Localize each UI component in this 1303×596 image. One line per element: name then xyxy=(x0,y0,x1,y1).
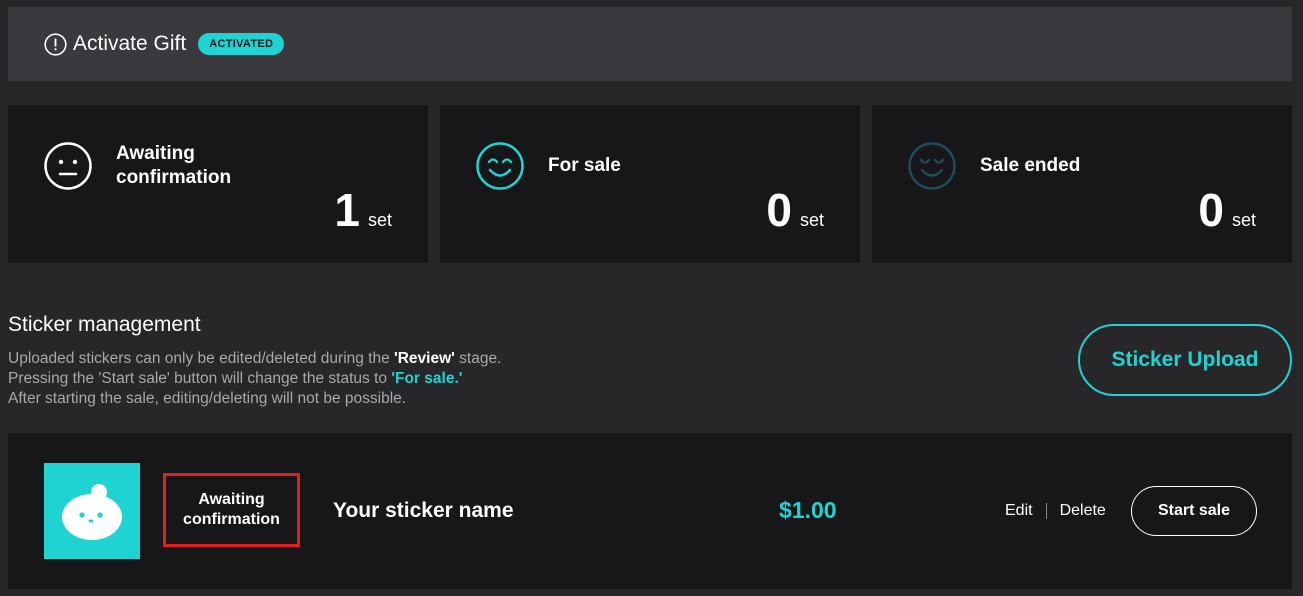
stat-label: For sale xyxy=(548,155,621,176)
activate-gift-bar: Activate Gift ACTIVATED xyxy=(8,7,1292,81)
section-title: Sticker management xyxy=(8,313,201,336)
stat-card-for-sale: For sale 0 set xyxy=(440,105,860,263)
sticker-row: Awaiting confirmation Your sticker name … xyxy=(8,433,1292,589)
stat-number: 0 xyxy=(766,184,792,236)
delete-link[interactable]: Delete xyxy=(1060,502,1106,520)
help-text-part: stage. xyxy=(454,350,502,367)
sticker-character-icon xyxy=(62,484,122,540)
sticker-status-label: Awaiting confirmation xyxy=(183,491,280,528)
neutral-face-icon xyxy=(43,141,93,191)
stat-card-awaiting: Awaiting confirmation 1 set xyxy=(8,105,428,263)
sticker-price: $1.00 xyxy=(779,497,837,523)
stat-count: 0 set xyxy=(1198,183,1256,237)
stat-count: 0 set xyxy=(766,183,824,237)
review-highlight: 'Review' xyxy=(394,350,455,367)
smile-face-icon xyxy=(475,141,525,191)
stat-label: Sale ended xyxy=(980,155,1081,176)
activated-badge: ACTIVATED xyxy=(198,33,285,55)
stat-unit: set xyxy=(367,210,392,230)
sticker-status: Awaiting confirmation xyxy=(163,473,300,547)
for-sale-highlight: 'For sale.' xyxy=(391,370,463,387)
sticker-upload-button[interactable]: Sticker Upload xyxy=(1078,324,1292,396)
content-face-icon xyxy=(907,141,957,191)
stat-label: Awaiting confirmation xyxy=(116,143,232,188)
stat-unit: set xyxy=(799,210,824,230)
stat-number: 0 xyxy=(1198,184,1224,236)
stat-card-sale-ended: Sale ended 0 set xyxy=(872,105,1292,263)
help-text-part: Uploaded stickers can only be edited/del… xyxy=(8,350,395,367)
sticker-name: Your sticker name xyxy=(333,499,514,522)
activate-gift-title: Activate Gift xyxy=(73,32,187,55)
sticker-actions: Edit Delete xyxy=(1005,502,1106,520)
stat-count: 1 set xyxy=(334,183,392,237)
help-text-part: Pressing the 'Start sale' button will ch… xyxy=(8,370,392,387)
sticker-thumbnail[interactable] xyxy=(44,463,140,559)
stat-number: 1 xyxy=(334,184,360,236)
help-line-2: Pressing the 'Start sale' button will ch… xyxy=(8,369,501,389)
help-line-1: Uploaded stickers can only be edited/del… xyxy=(8,349,501,369)
stat-unit: set xyxy=(1231,210,1256,230)
start-sale-button[interactable]: Start sale xyxy=(1131,486,1257,536)
help-text: Uploaded stickers can only be edited/del… xyxy=(8,349,501,409)
action-divider xyxy=(1045,503,1047,519)
info-circle-icon xyxy=(44,32,67,56)
help-line-3: After starting the sale, editing/deletin… xyxy=(8,390,407,407)
edit-link[interactable]: Edit xyxy=(1005,502,1033,520)
